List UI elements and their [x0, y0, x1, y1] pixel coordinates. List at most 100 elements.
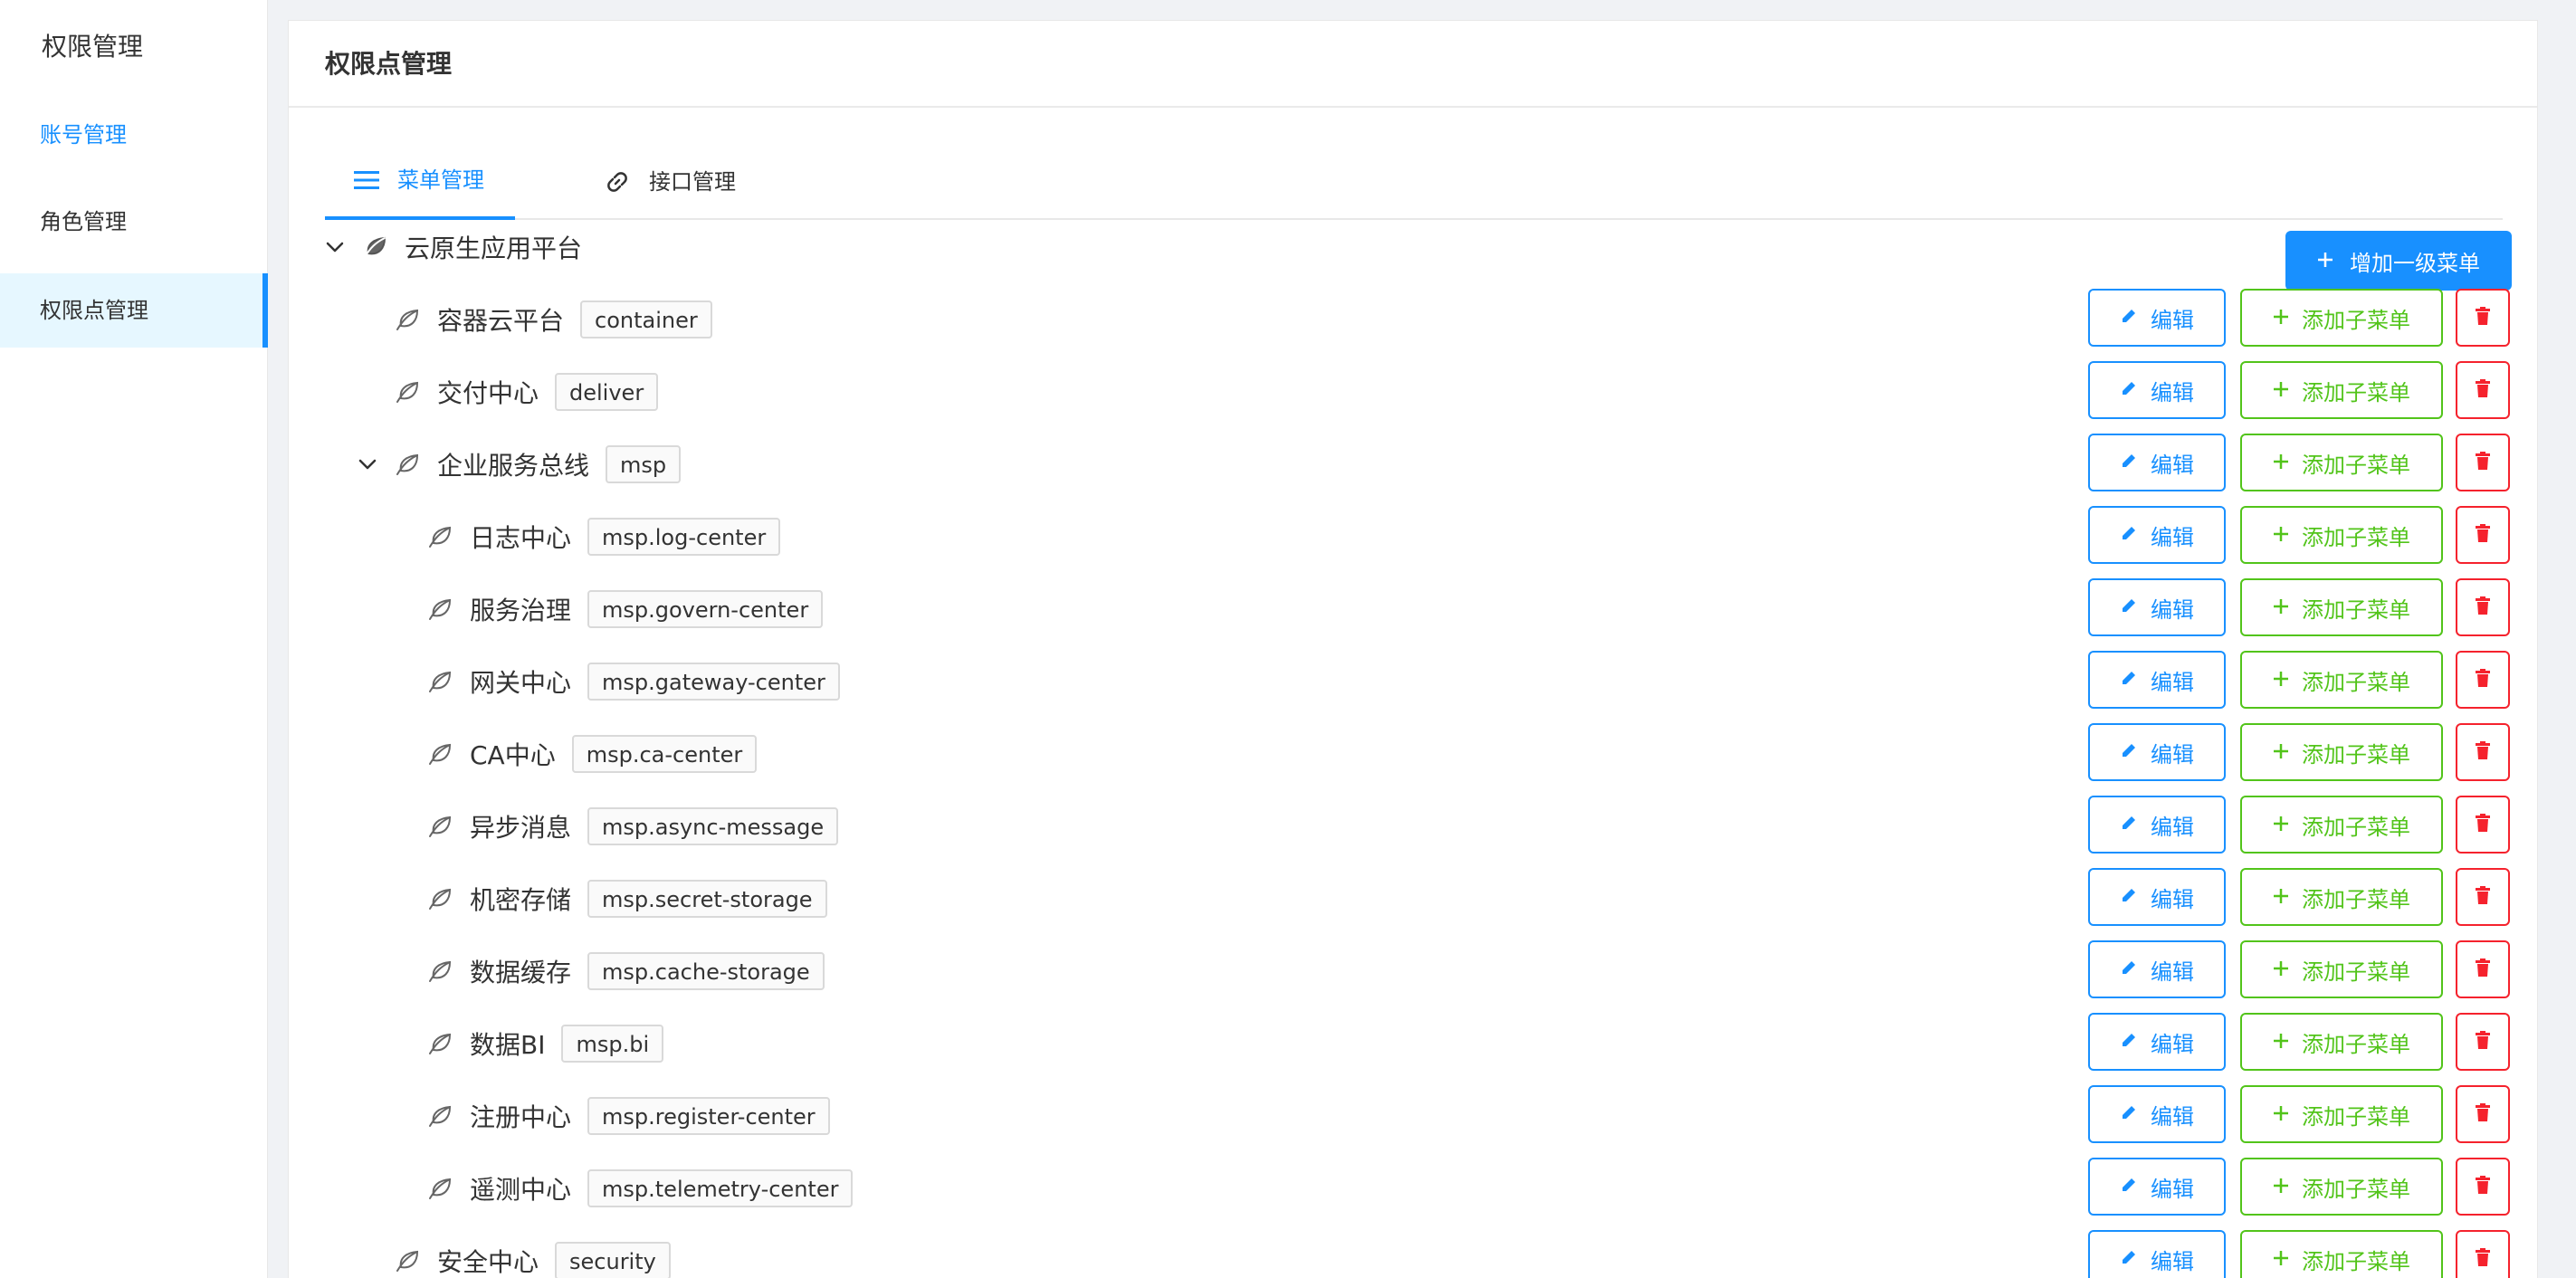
tree-row: 企业服务总线 msp 编辑 添加子菜单	[289, 428, 2539, 501]
edit-label: 编辑	[2151, 307, 2194, 333]
delete-button[interactable]	[2456, 868, 2510, 926]
add-child-button[interactable]: 添加子菜单	[2240, 289, 2443, 347]
delete-button[interactable]	[2456, 796, 2510, 854]
add-child-button[interactable]: 添加子菜单	[2240, 723, 2443, 781]
add-child-label: 添加子菜单	[2302, 596, 2410, 623]
edit-label: 编辑	[2151, 596, 2194, 623]
chevron-down-icon[interactable]	[358, 454, 377, 474]
edit-label: 编辑	[2151, 1248, 2194, 1274]
delete-button[interactable]	[2456, 651, 2510, 709]
tree-node-label: 遥测中心	[470, 1175, 572, 1205]
delete-button[interactable]	[2456, 723, 2510, 781]
tab-api-label: 接口管理	[649, 169, 736, 195]
leaf-icon	[394, 378, 421, 405]
edit-button[interactable]: 编辑	[2088, 434, 2226, 491]
edit-button[interactable]: 编辑	[2088, 506, 2226, 564]
delete-button[interactable]	[2456, 506, 2510, 564]
edit-button[interactable]: 编辑	[2088, 796, 2226, 854]
delete-button[interactable]	[2456, 940, 2510, 998]
tab-bar: 菜单管理 接口管理	[325, 144, 2503, 220]
tree-node: CA中心 msp.ca-center	[390, 718, 758, 790]
leaf-icon	[426, 885, 453, 912]
add-child-label: 添加子菜单	[2302, 958, 2410, 985]
tree-node-label: 服务治理	[470, 596, 572, 625]
tree-node: 数据BI msp.bi	[390, 1007, 664, 1080]
edit-button[interactable]: 编辑	[2088, 868, 2226, 926]
main-card: 权限点管理 菜单管理 接口管理 增加一级菜单 云原生应用平台 容器云平台 con…	[288, 20, 2538, 1278]
pencil-icon	[2120, 522, 2138, 548]
delete-button[interactable]	[2456, 289, 2510, 347]
edit-button[interactable]: 编辑	[2088, 1013, 2226, 1071]
pencil-icon	[2120, 1102, 2138, 1127]
tree-node: 网关中心 msp.gateway-center	[390, 645, 840, 718]
edit-button[interactable]: 编辑	[2088, 940, 2226, 998]
add-child-button[interactable]: 添加子菜单	[2240, 361, 2443, 419]
add-child-label: 添加子菜单	[2302, 1248, 2410, 1274]
add-child-label: 添加子菜单	[2302, 452, 2410, 478]
delete-button[interactable]	[2456, 578, 2510, 636]
edit-button[interactable]: 编辑	[2088, 723, 2226, 781]
add-child-button[interactable]: 添加子菜单	[2240, 651, 2443, 709]
add-child-button[interactable]: 添加子菜单	[2240, 940, 2443, 998]
permission-code-tag: msp	[606, 445, 682, 483]
leaf-icon	[394, 1247, 421, 1274]
sidebar-item-permissions[interactable]: 权限点管理	[0, 273, 268, 348]
edit-button[interactable]: 编辑	[2088, 361, 2226, 419]
add-child-button[interactable]: 添加子菜单	[2240, 578, 2443, 636]
leaf-icon	[426, 958, 453, 985]
permission-code-tag: msp.govern-center	[587, 590, 824, 628]
sidebar-item-accounts[interactable]: 账号管理	[0, 98, 268, 172]
tree-node-label: 数据缓存	[470, 958, 572, 987]
permission-code-tag: msp.cache-storage	[587, 952, 825, 990]
delete-button[interactable]	[2456, 1158, 2510, 1216]
menu-icon	[354, 170, 379, 190]
add-child-button[interactable]: 添加子菜单	[2240, 1230, 2443, 1278]
plus-icon	[2273, 1174, 2289, 1199]
add-child-button[interactable]: 添加子菜单	[2240, 434, 2443, 491]
add-child-button[interactable]: 添加子菜单	[2240, 868, 2443, 926]
tree-node-label: 异步消息	[470, 813, 572, 843]
tree-row: 遥测中心 msp.telemetry-center 编辑 添加子菜单	[289, 1152, 2539, 1225]
add-child-button[interactable]: 添加子菜单	[2240, 1158, 2443, 1216]
tree-node: 服务治理 msp.govern-center	[390, 573, 824, 645]
add-child-button[interactable]: 添加子菜单	[2240, 1085, 2443, 1143]
edit-button[interactable]: 编辑	[2088, 289, 2226, 347]
tree-node-label: 云原生应用平台	[405, 234, 583, 263]
chevron-down-icon[interactable]	[325, 237, 345, 257]
delete-button[interactable]	[2456, 434, 2510, 491]
edit-button[interactable]: 编辑	[2088, 651, 2226, 709]
tab-api-management[interactable]: 接口管理	[604, 144, 794, 220]
tab-menu-label: 菜单管理	[397, 167, 484, 193]
edit-button[interactable]: 编辑	[2088, 1158, 2226, 1216]
edit-label: 编辑	[2151, 524, 2194, 550]
delete-button[interactable]	[2456, 361, 2510, 419]
plus-icon	[2273, 812, 2289, 837]
edit-button[interactable]: 编辑	[2088, 578, 2226, 636]
tree-row: 异步消息 msp.async-message 编辑 添加子菜单	[289, 790, 2539, 863]
pencil-icon	[2120, 812, 2138, 837]
tree-node: 数据缓存 msp.cache-storage	[390, 935, 825, 1007]
tree-row: 数据BI msp.bi 编辑 添加子菜单	[289, 1007, 2539, 1080]
delete-button[interactable]	[2456, 1013, 2510, 1071]
add-child-label: 添加子菜单	[2302, 1103, 2410, 1130]
tab-menu-management[interactable]: 菜单管理	[325, 144, 515, 220]
add-child-button[interactable]: 添加子菜单	[2240, 1013, 2443, 1071]
add-child-button[interactable]: 添加子菜单	[2240, 796, 2443, 854]
tree-node-label: 企业服务总线	[437, 451, 590, 481]
add-child-button[interactable]: 添加子菜单	[2240, 506, 2443, 564]
tree-row: 网关中心 msp.gateway-center 编辑 添加子菜单	[289, 645, 2539, 718]
trash-icon	[2475, 957, 2491, 982]
add-child-label: 添加子菜单	[2302, 814, 2410, 840]
pencil-icon	[2120, 1246, 2138, 1272]
edit-button[interactable]: 编辑	[2088, 1085, 2226, 1143]
sidebar: 权限管理 账号管理 角色管理 权限点管理	[0, 0, 268, 1278]
pencil-icon	[2120, 377, 2138, 403]
edit-button[interactable]: 编辑	[2088, 1230, 2226, 1278]
sidebar-item-roles[interactable]: 角色管理	[0, 185, 268, 259]
delete-button[interactable]	[2456, 1085, 2510, 1143]
trash-icon	[2475, 450, 2491, 475]
tree-node-label: 交付中心	[437, 378, 539, 408]
tree-row: 机密存储 msp.secret-storage 编辑 添加子菜单	[289, 863, 2539, 935]
delete-button[interactable]	[2456, 1230, 2510, 1278]
edit-label: 编辑	[2151, 958, 2194, 985]
